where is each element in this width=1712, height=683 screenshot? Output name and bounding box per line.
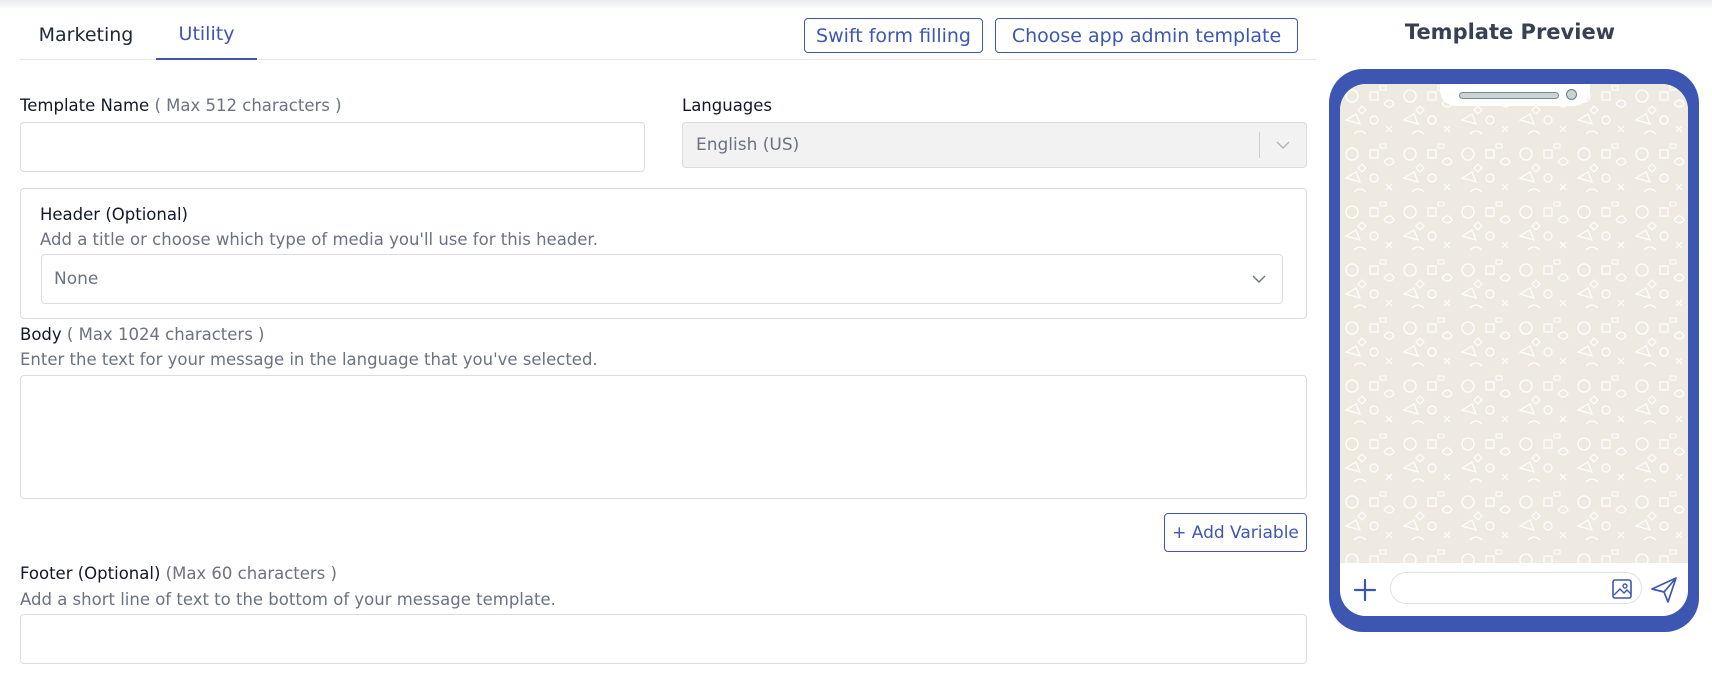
footer-input[interactable] xyxy=(20,614,1307,664)
chevron-down-icon[interactable] xyxy=(1260,141,1306,150)
body-description: Enter the text for your message in the l… xyxy=(20,350,598,369)
body-textarea[interactable] xyxy=(20,375,1307,499)
body-label-text: Body xyxy=(20,325,62,344)
languages-select[interactable]: English (US) xyxy=(682,122,1307,168)
header-type-select[interactable]: None xyxy=(41,254,1283,304)
chat-message-field[interactable] xyxy=(1390,572,1642,604)
phone-screen xyxy=(1340,84,1688,616)
template-preview-title: Template Preview xyxy=(1404,20,1616,44)
phone-speaker xyxy=(1459,92,1559,99)
header-section: Header (Optional) Add a title or choose … xyxy=(20,188,1307,319)
phone-notch xyxy=(1440,84,1590,106)
footer-description: Add a short line of text to the bottom o… xyxy=(20,590,556,609)
template-name-input[interactable] xyxy=(20,122,645,172)
chat-wallpaper xyxy=(1340,84,1688,563)
plus-icon[interactable] xyxy=(1350,575,1380,605)
tab-marketing[interactable]: Marketing xyxy=(20,10,152,60)
add-variable-button[interactable]: + Add Variable xyxy=(1164,513,1307,552)
tab-utility[interactable]: Utility xyxy=(156,10,257,60)
footer-hint: (Max 60 characters ) xyxy=(165,564,337,583)
footer-label: Footer (Optional) (Max 60 characters ) xyxy=(20,564,337,583)
chat-input-bar xyxy=(1340,563,1688,616)
choose-app-admin-template-button[interactable]: Choose app admin template xyxy=(995,18,1298,53)
chevron-down-icon[interactable] xyxy=(1236,275,1282,284)
body-label: Body ( Max 1024 characters ) xyxy=(20,325,264,344)
top-shadow xyxy=(0,0,1712,10)
phone-camera xyxy=(1566,89,1577,100)
footer-label-text: Footer (Optional) xyxy=(20,564,161,583)
gallery-icon[interactable] xyxy=(1611,578,1633,600)
swift-form-filling-button[interactable]: Swift form filling xyxy=(804,18,983,53)
header-type-value: None xyxy=(54,269,99,289)
template-name-hint: ( Max 512 characters ) xyxy=(154,96,342,115)
template-name-label-text: Template Name xyxy=(20,96,150,115)
languages-label: Languages xyxy=(682,96,773,115)
header-label: Header (Optional) xyxy=(40,205,188,224)
phone-preview-frame xyxy=(1329,69,1699,632)
header-description: Add a title or choose which type of medi… xyxy=(40,230,598,249)
languages-selected-value: English (US) xyxy=(696,135,800,155)
send-icon[interactable] xyxy=(1649,575,1679,605)
template-name-label: Template Name ( Max 512 characters ) xyxy=(20,96,342,115)
body-hint: ( Max 1024 characters ) xyxy=(66,325,265,344)
